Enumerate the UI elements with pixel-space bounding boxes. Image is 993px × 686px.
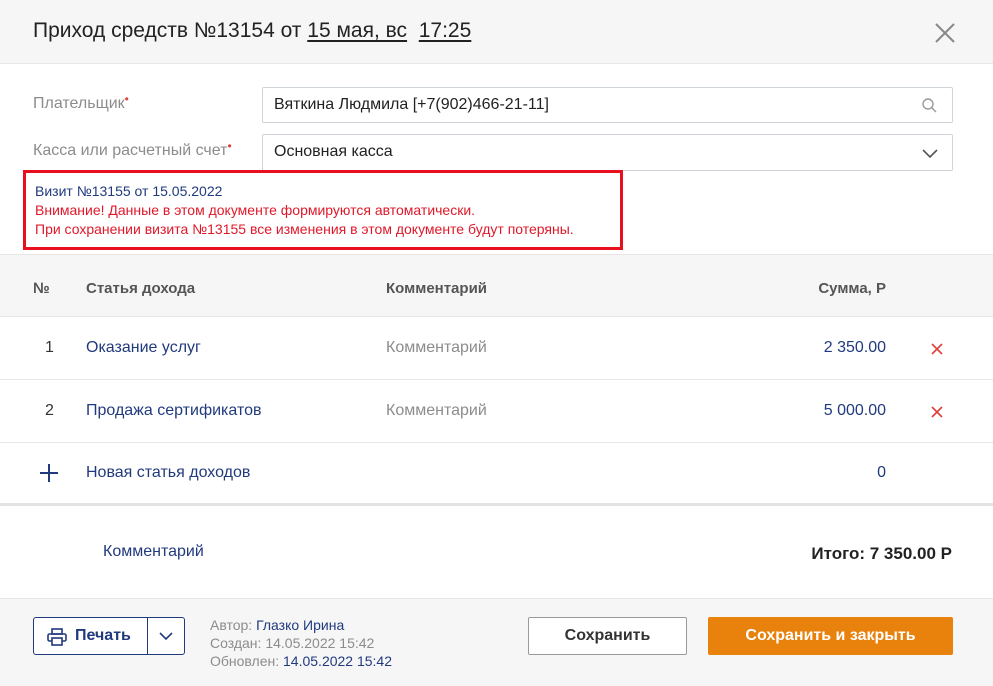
account-value: Основная касса bbox=[274, 143, 393, 160]
date-link[interactable]: 15 мая, вс bbox=[307, 19, 407, 42]
col-num: № bbox=[33, 280, 50, 297]
warning-line-2: При сохранении визита №13155 все изменен… bbox=[35, 221, 574, 237]
row-number: 1 bbox=[45, 339, 54, 356]
required-mark: • bbox=[227, 139, 232, 153]
divider bbox=[0, 503, 993, 506]
account-select[interactable]: Основная касса bbox=[262, 134, 953, 171]
required-mark: • bbox=[124, 92, 129, 106]
row-comment-input[interactable]: Комментарий bbox=[386, 402, 487, 420]
page-title: Приход средств №13154 от 15 мая, вс 17:2… bbox=[33, 19, 471, 43]
row-number: 2 bbox=[45, 402, 54, 419]
print-label: Печать bbox=[75, 627, 131, 644]
payer-value: Вяткина Людмила [+7(902)466-21-11] bbox=[274, 96, 549, 113]
time-link[interactable]: 17:25 bbox=[419, 19, 472, 42]
total-amount: Итого: 7 350.00 Р bbox=[811, 544, 952, 563]
created-info: Создан: 14.05.2022 15:42 bbox=[210, 635, 375, 651]
table-row: 2 Продажа сертификатов Комментарий 5 000… bbox=[0, 380, 993, 443]
updated-link[interactable]: 14.05.2022 15:42 bbox=[283, 653, 392, 669]
auto-document-warning: Визит №13155 от 15.05.2022 Внимание! Дан… bbox=[23, 170, 623, 250]
comment-link[interactable]: Комментарий bbox=[103, 543, 204, 561]
author-info: Автор: Глазко Ирина bbox=[210, 617, 345, 633]
save-and-close-button[interactable]: Сохранить и закрыть bbox=[708, 617, 953, 655]
delete-row-icon[interactable] bbox=[929, 341, 945, 357]
print-button-group: Печать bbox=[33, 617, 185, 655]
col-article: Статья дохода bbox=[86, 280, 196, 297]
row-sum[interactable]: 2 350.00 bbox=[824, 339, 886, 357]
save-button[interactable]: Сохранить bbox=[528, 617, 687, 655]
printer-icon bbox=[47, 628, 67, 646]
dialog-header: Приход средств №13154 от 15 мая, вс 17:2… bbox=[0, 0, 993, 64]
col-comment: Комментарий bbox=[386, 280, 488, 297]
payer-label: Плательщик• bbox=[33, 92, 129, 112]
dialog-footer: Печать Автор: Глазко Ирина Создан: 14.05… bbox=[0, 598, 993, 686]
row-article[interactable]: Продажа сертификатов bbox=[86, 402, 261, 420]
search-icon[interactable] bbox=[920, 96, 940, 116]
chevron-down-icon bbox=[922, 149, 938, 159]
table-row: 1 Оказание услуг Комментарий 2 350.00 bbox=[0, 317, 993, 380]
row-article[interactable]: Оказание услуг bbox=[86, 339, 201, 357]
visit-info: Визит №13155 от 15.05.2022 bbox=[35, 183, 223, 199]
chevron-down-icon bbox=[159, 632, 173, 641]
table-header: № Статья дохода Комментарий Сумма, Р bbox=[0, 254, 993, 317]
new-row: Новая статья доходов 0 bbox=[0, 442, 993, 505]
col-sum: Сумма, Р bbox=[818, 280, 886, 297]
close-button[interactable] bbox=[930, 18, 960, 48]
row-sum[interactable]: 5 000.00 bbox=[824, 402, 886, 420]
close-icon bbox=[935, 23, 955, 43]
title-prefix: Приход средств №13154 от bbox=[33, 19, 302, 42]
delete-row-icon[interactable] bbox=[929, 404, 945, 420]
new-row-sum: 0 bbox=[877, 464, 886, 481]
print-button[interactable]: Печать bbox=[34, 618, 147, 654]
warning-line-1: Внимание! Данные в этом документе формир… bbox=[35, 202, 476, 218]
account-label: Касса или расчетный счет• bbox=[33, 139, 232, 159]
payer-input[interactable]: Вяткина Людмила [+7(902)466-21-11] bbox=[262, 87, 953, 123]
row-comment-input[interactable]: Комментарий bbox=[386, 339, 487, 357]
print-dropdown-button[interactable] bbox=[148, 618, 184, 654]
author-link[interactable]: Глазко Ирина bbox=[256, 617, 344, 633]
new-article-link[interactable]: Новая статья доходов bbox=[86, 464, 250, 482]
updated-info: Обновлен: 14.05.2022 15:42 bbox=[210, 653, 393, 669]
plus-icon[interactable] bbox=[38, 462, 60, 484]
